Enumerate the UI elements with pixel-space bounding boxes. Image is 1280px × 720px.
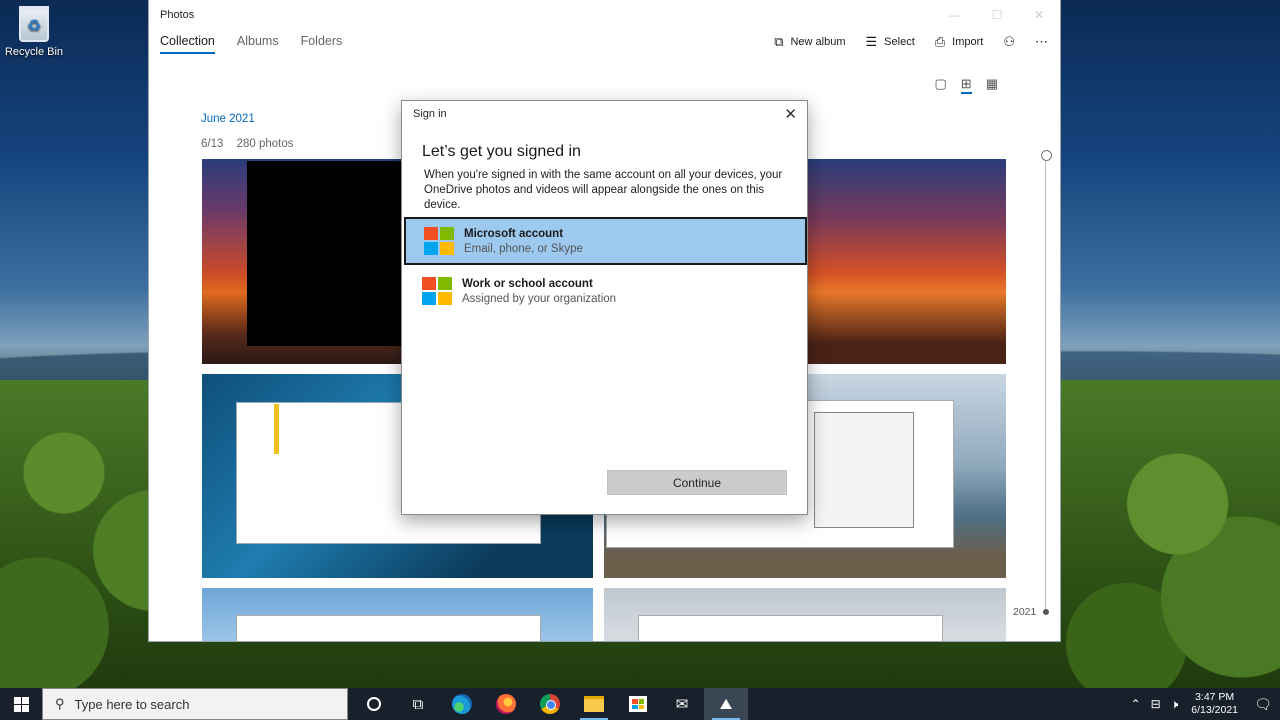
sign-in-dialog: Sign in ✕ Let’s get you signed in When y…	[401, 100, 808, 515]
new-album-icon: ⧉	[774, 34, 784, 49]
select-label: Select	[884, 36, 915, 48]
account-option-name: Work or school account	[462, 277, 593, 290]
dialog-title: Sign in	[413, 108, 447, 120]
cortana-button[interactable]	[352, 688, 396, 720]
file-explorer-app[interactable]	[572, 688, 616, 720]
tab-folders[interactable]: Folders	[301, 34, 343, 54]
taskbar: ⚲ Type here to search ⧉ ✉ ⛰ ⌃ ⊟ 🕨 3:47 P…	[0, 688, 1280, 720]
photos-icon: ⛰	[719, 695, 733, 713]
taskbar-clock[interactable]: 3:47 PM 6/13/2021	[1183, 691, 1246, 717]
small-view-icon[interactable]: ▦	[986, 76, 998, 94]
photo-tile[interactable]	[604, 588, 1006, 641]
store-app[interactable]	[616, 688, 660, 720]
import-icon: ⎙	[934, 34, 946, 49]
microsoft-logo-icon	[424, 227, 454, 255]
firefox-app[interactable]	[484, 688, 528, 720]
window-controls: — ☐ ✕	[934, 0, 1060, 30]
cortana-circle-icon	[367, 697, 381, 711]
firefox-icon	[496, 694, 516, 714]
medium-view-icon[interactable]: ⊞	[960, 76, 972, 94]
microsoft-logo-icon	[422, 277, 452, 305]
system-tray: ⌃ ⊟ 🕨 3:47 PM 6/13/2021 🗨	[1126, 688, 1280, 720]
import-label: Import	[952, 36, 984, 48]
import-button[interactable]: ⎙ Import	[935, 34, 984, 50]
timeline-year-label[interactable]: 2021	[1013, 606, 1036, 618]
search-placeholder: Type here to search	[74, 696, 190, 712]
store-icon	[629, 696, 647, 712]
account-option-subtitle: Email, phone, or Skype	[464, 242, 583, 255]
photo-tile[interactable]	[202, 588, 593, 641]
volume-muted-icon[interactable]: 🕨	[1166, 697, 1184, 712]
select-checklist-icon: ☰	[865, 34, 878, 49]
continue-button[interactable]: Continue	[607, 470, 787, 495]
clock-time: 3:47 PM	[1195, 691, 1235, 703]
dialog-close-icon[interactable]: ✕	[784, 105, 797, 123]
work-school-account-option[interactable]: Work or school account Assigned by your …	[404, 267, 807, 315]
clock-date: 6/13/2021	[1191, 704, 1238, 716]
recycle-bin-label: Recycle Bin	[4, 46, 64, 58]
search-icon: ⚲	[55, 696, 65, 711]
task-view-button[interactable]: ⧉	[396, 688, 440, 720]
notifications-icon[interactable]: 🗨	[1246, 696, 1280, 713]
mail-app[interactable]: ✉	[660, 688, 704, 720]
timeline-handle[interactable]	[1041, 150, 1052, 161]
network-icon[interactable]: ⊟	[1146, 697, 1166, 711]
timeline-year-marker	[1043, 609, 1049, 615]
window-title: Photos	[160, 9, 195, 21]
day-header: 6/13 280 photos	[201, 138, 294, 150]
month-header[interactable]: June 2021	[201, 113, 255, 125]
show-hidden-icons-chevron-icon[interactable]: ⌃	[1126, 697, 1146, 711]
mail-icon: ✉	[675, 696, 689, 713]
tab-albums[interactable]: Albums	[237, 34, 279, 54]
dialog-heading: Let’s get you signed in	[422, 143, 581, 160]
task-view-icon: ⧉	[412, 695, 424, 713]
select-button[interactable]: ☰ Select	[866, 34, 915, 50]
photos-nav-tabs: Collection Albums Folders	[160, 34, 342, 54]
recycle-bin-shortcut[interactable]: Recycle Bin	[4, 6, 64, 58]
recycle-bin-icon	[19, 6, 49, 42]
chrome-icon	[540, 694, 560, 714]
folder-icon	[584, 696, 604, 712]
account-option-name: Microsoft account	[464, 227, 564, 240]
timeline-track[interactable]	[1045, 160, 1046, 612]
tab-collection[interactable]: Collection	[160, 34, 215, 54]
taskbar-search-box[interactable]: ⚲ Type here to search	[42, 688, 348, 720]
photos-app[interactable]: ⛰	[704, 688, 748, 720]
view-size-switcher: ▢ ⊞ ▦	[935, 76, 998, 94]
new-album-button[interactable]: ⧉ New album	[774, 34, 845, 50]
edge-app[interactable]	[440, 688, 484, 720]
minimize-icon[interactable]: —	[934, 0, 976, 30]
day-label: 6/13	[201, 138, 224, 150]
edge-icon	[452, 694, 472, 714]
start-button[interactable]	[0, 688, 42, 720]
chrome-app[interactable]	[528, 688, 572, 720]
photos-toolbar: ⧉ New album ☰ Select ⎙ Import ⚇ ⋯	[774, 34, 1048, 50]
account-option-subtitle: Assigned by your organization	[462, 292, 617, 305]
maximize-icon[interactable]: ☐	[976, 0, 1018, 30]
windows-logo-icon	[13, 696, 29, 712]
photos-titlebar[interactable]: Photos	[149, 0, 1060, 30]
close-icon[interactable]: ✕	[1018, 0, 1060, 30]
microsoft-account-option[interactable]: Microsoft account Email, phone, or Skype	[404, 217, 807, 265]
large-view-icon[interactable]: ▢	[935, 76, 947, 94]
taskbar-pinned-apps: ⧉ ✉ ⛰	[352, 688, 748, 720]
more-options-icon[interactable]: ⋯	[1035, 34, 1048, 50]
dialog-description: When you're signed in with the same acco…	[424, 169, 783, 211]
new-album-label: New album	[790, 36, 846, 48]
account-person-icon[interactable]: ⚇	[1003, 34, 1015, 50]
photo-count: 280 photos	[236, 138, 294, 150]
